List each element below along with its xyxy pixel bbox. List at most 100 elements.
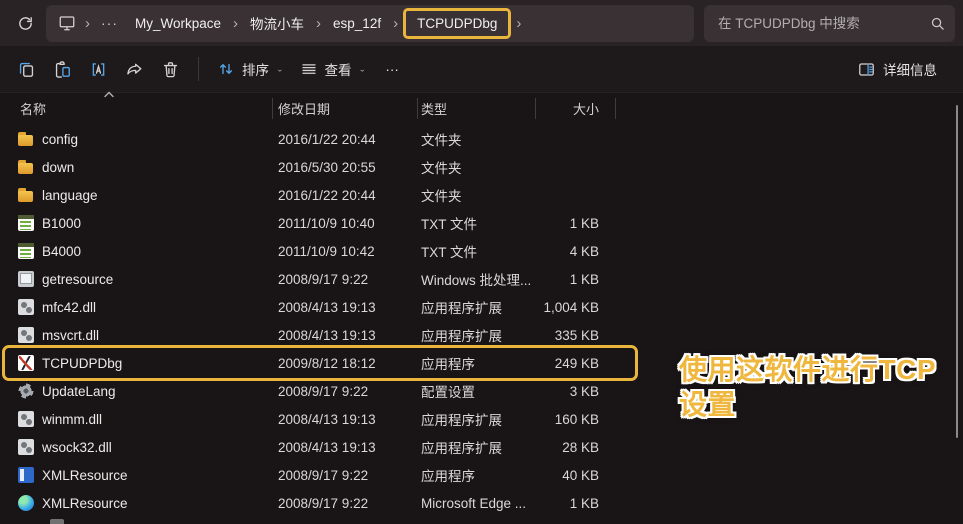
file-type: 应用程序扩展 — [417, 437, 535, 457]
chevron-right-icon: › — [82, 16, 93, 31]
file-type: Microsoft Edge ... — [417, 496, 535, 511]
file-date: 2016/5/30 20:55 — [272, 160, 417, 175]
file-size: 4 KB — [535, 244, 607, 259]
batch-icon — [18, 271, 34, 287]
table-row[interactable]: config 2016/1/22 20:44文件夹 — [0, 125, 963, 153]
annotation-callout: 使用这软件进行TCP 设置 — [679, 352, 963, 422]
file-name: wsock32.dll — [42, 440, 112, 455]
column-header-name[interactable]: 名称 — [0, 99, 272, 118]
file-date: 2008/9/17 9:22 — [272, 384, 417, 399]
trash-icon — [161, 60, 180, 79]
file-size: 28 KB — [535, 440, 607, 455]
this-pc-icon[interactable] — [52, 14, 82, 32]
annotation-line1: 使用这软件进行TCP — [679, 352, 963, 387]
file-type: 文件夹 — [417, 129, 535, 149]
folder-icon — [18, 187, 34, 203]
file-name: B4000 — [42, 244, 81, 259]
dll-icon — [18, 327, 34, 343]
file-date: 2008/4/13 19:13 — [272, 300, 417, 315]
command-bar: 排序 ⌄ 查看 ⌄ ··· 详细信息 — [0, 46, 963, 93]
search-icon[interactable] — [930, 16, 945, 31]
file-name: config — [42, 132, 78, 147]
sort-button[interactable]: 排序 ⌄ — [209, 52, 292, 86]
sort-label: 排序 — [242, 59, 269, 79]
file-type: 应用程序扩展 — [417, 325, 535, 345]
partial-row-icon — [50, 519, 64, 524]
file-date: 2016/1/22 20:44 — [272, 132, 417, 147]
column-headers: 名称 修改日期 类型 大小 — [0, 94, 963, 123]
refresh-icon — [17, 15, 34, 32]
folder-icon — [18, 159, 34, 175]
copy-icon — [17, 60, 36, 79]
file-name: language — [42, 188, 98, 203]
navigation-bar: › ··· My_Workpace › 物流小车 › esp_12f › TCP… — [0, 0, 963, 46]
column-header-size[interactable]: 大小 — [535, 99, 607, 118]
file-name: XMLResource — [42, 468, 128, 483]
table-row[interactable]: language 2016/1/22 20:44文件夹 — [0, 181, 963, 209]
file-size: 160 KB — [535, 412, 607, 427]
table-row[interactable]: msvcrt.dll2008/4/13 19:13应用程序扩展335 KB — [0, 321, 963, 349]
table-row[interactable]: B10002011/10/9 10:40TXT 文件1 KB — [0, 209, 963, 237]
txt-icon — [18, 243, 34, 259]
details-pane-button[interactable]: 详细信息 — [849, 52, 945, 86]
file-date: 2016/1/22 20:44 — [272, 188, 417, 203]
chevron-right-icon: › — [513, 16, 524, 31]
dll-icon — [18, 439, 34, 455]
table-row[interactable]: XMLResource2008/9/17 9:22应用程序40 KB — [0, 461, 963, 489]
ini-icon — [18, 383, 34, 399]
file-date: 2008/9/17 9:22 — [272, 468, 417, 483]
table-row[interactable]: getresource2008/9/17 9:22Windows 批处理...1… — [0, 265, 963, 293]
file-size: 1 KB — [535, 496, 607, 511]
table-row[interactable]: mfc42.dll2008/4/13 19:13应用程序扩展1,004 KB — [0, 293, 963, 321]
file-type: 应用程序 — [417, 465, 535, 485]
search-input[interactable] — [718, 16, 930, 31]
file-size: 249 KB — [535, 356, 607, 371]
delete-button[interactable] — [152, 52, 188, 86]
file-type: TXT 文件 — [417, 241, 535, 261]
column-divider[interactable] — [535, 98, 536, 119]
file-size: 1 KB — [535, 216, 607, 231]
dll-icon — [18, 411, 34, 427]
table-row[interactable]: wsock32.dll2008/4/13 19:13应用程序扩展28 KB — [0, 433, 963, 461]
file-list: config2016/1/22 20:44文件夹down2016/5/30 20… — [0, 123, 963, 517]
file-date: 2011/10/9 10:40 — [272, 216, 417, 231]
breadcrumb-item-tcpudpdbg-highlighted[interactable]: TCPUDPDbg — [403, 8, 511, 39]
sort-icon — [217, 60, 235, 78]
column-divider[interactable] — [272, 98, 273, 119]
paste-button[interactable] — [44, 52, 80, 86]
column-divider[interactable] — [615, 98, 616, 119]
file-type: 文件夹 — [417, 185, 535, 205]
column-divider[interactable] — [417, 98, 418, 119]
refresh-button[interactable] — [10, 8, 40, 38]
breadcrumb-overflow-button[interactable]: ··· — [93, 15, 126, 31]
folder-icon — [18, 131, 34, 147]
column-header-type[interactable]: 类型 — [417, 99, 535, 118]
breadcrumb-item-wuliuxiaoche[interactable]: 物流小车 — [241, 8, 313, 38]
breadcrumb: › ··· My_Workpace › 物流小车 › esp_12f › TCP… — [46, 5, 694, 42]
breadcrumb-item-esp-12f[interactable]: esp_12f — [324, 11, 390, 36]
chevron-right-icon: › — [390, 16, 401, 31]
appblue-icon — [18, 467, 34, 483]
column-header-date[interactable]: 修改日期 — [272, 99, 417, 118]
table-row[interactable]: B40002011/10/9 10:42TXT 文件4 KB — [0, 237, 963, 265]
table-row[interactable]: down2016/5/30 20:55文件夹 — [0, 153, 963, 181]
chevron-down-icon: ⌄ — [359, 65, 367, 74]
file-type: 应用程序 — [417, 353, 535, 373]
file-name: XMLResource — [42, 496, 128, 511]
breadcrumb-item-my-workpace[interactable]: My_Workpace — [126, 11, 230, 36]
table-row[interactable]: XMLResource 2008/9/17 9:22Microsoft Edge … — [0, 489, 963, 517]
sort-ascending-indicator — [104, 91, 114, 98]
share-button[interactable] — [116, 52, 152, 86]
rename-button[interactable] — [80, 52, 116, 86]
details-pane-label: 详细信息 — [883, 59, 937, 79]
file-date: 2008/9/17 9:22 — [272, 496, 417, 511]
view-button[interactable]: 查看 ⌄ — [292, 52, 375, 86]
more-options-button[interactable]: ··· — [374, 52, 410, 86]
file-size: 3 KB — [535, 384, 607, 399]
file-type: 应用程序扩展 — [417, 297, 535, 317]
paste-icon — [53, 60, 72, 79]
rename-icon — [89, 60, 108, 79]
copy-button[interactable] — [8, 52, 44, 86]
file-type: 配置设置 — [417, 381, 535, 401]
file-name: msvcrt.dll — [42, 328, 99, 343]
